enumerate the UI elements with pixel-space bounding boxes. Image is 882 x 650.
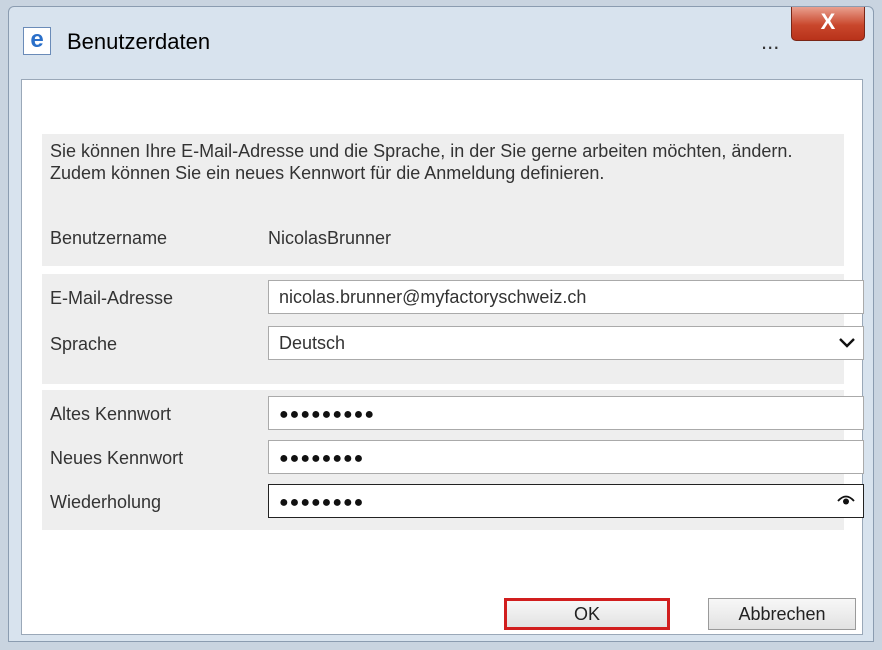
overflow-indicator: ...	[761, 29, 780, 54]
dialog-window: e Benutzerdaten ... X Sie können Ihre E-…	[8, 6, 874, 642]
old-password-value: ●●●●●●●●●	[279, 406, 375, 423]
dialog-content: Sie können Ihre E-Mail-Adresse und die S…	[21, 79, 864, 635]
chevron-down-icon	[839, 338, 855, 348]
password-panel: Altes Kennwort ●●●●●●●●● Neues Kennwort …	[42, 390, 864, 530]
ok-button[interactable]: OK	[504, 598, 670, 630]
repeat-password-label: Wiederholung	[50, 492, 162, 512]
window-title: Benutzerdaten	[67, 29, 211, 54]
title-bar: e Benutzerdaten ... X	[9, 7, 873, 77]
new-password-value: ●●●●●●●●	[279, 450, 365, 467]
intro-text: Sie können Ihre E-Mail-Adresse und die S…	[50, 141, 793, 183]
new-password-field[interactable]: ●●●●●●●●	[268, 440, 864, 474]
repeat-password-field[interactable]: ●●●●●●●●	[268, 484, 864, 518]
cancel-button[interactable]: Abbrechen	[708, 598, 856, 630]
email-field[interactable]: nicolas.brunner@myfactoryschweiz.ch	[268, 280, 864, 314]
close-icon: X	[820, 9, 836, 34]
username-value: NicolasBrunner	[268, 228, 392, 248]
language-value: Deutsch	[279, 333, 346, 353]
email-label: E-Mail-Adresse	[50, 288, 174, 308]
account-panel: E-Mail-Adresse nicolas.brunner@myfactory…	[42, 274, 864, 384]
eye-icon[interactable]	[837, 493, 855, 507]
old-password-field[interactable]: ●●●●●●●●●	[268, 396, 864, 430]
ie-app-icon: e	[23, 27, 51, 55]
username-label: Benutzername	[50, 228, 168, 248]
language-label: Sprache	[50, 334, 118, 354]
repeat-password-value: ●●●●●●●●	[279, 494, 365, 511]
email-value: nicolas.brunner@myfactoryschweiz.ch	[279, 287, 587, 307]
language-select[interactable]: Deutsch	[268, 326, 864, 360]
old-password-label: Altes Kennwort	[50, 404, 172, 424]
new-password-label: Neues Kennwort	[50, 448, 184, 468]
close-button[interactable]: X	[791, 7, 865, 41]
info-panel: Sie können Ihre E-Mail-Adresse und die S…	[42, 134, 844, 266]
